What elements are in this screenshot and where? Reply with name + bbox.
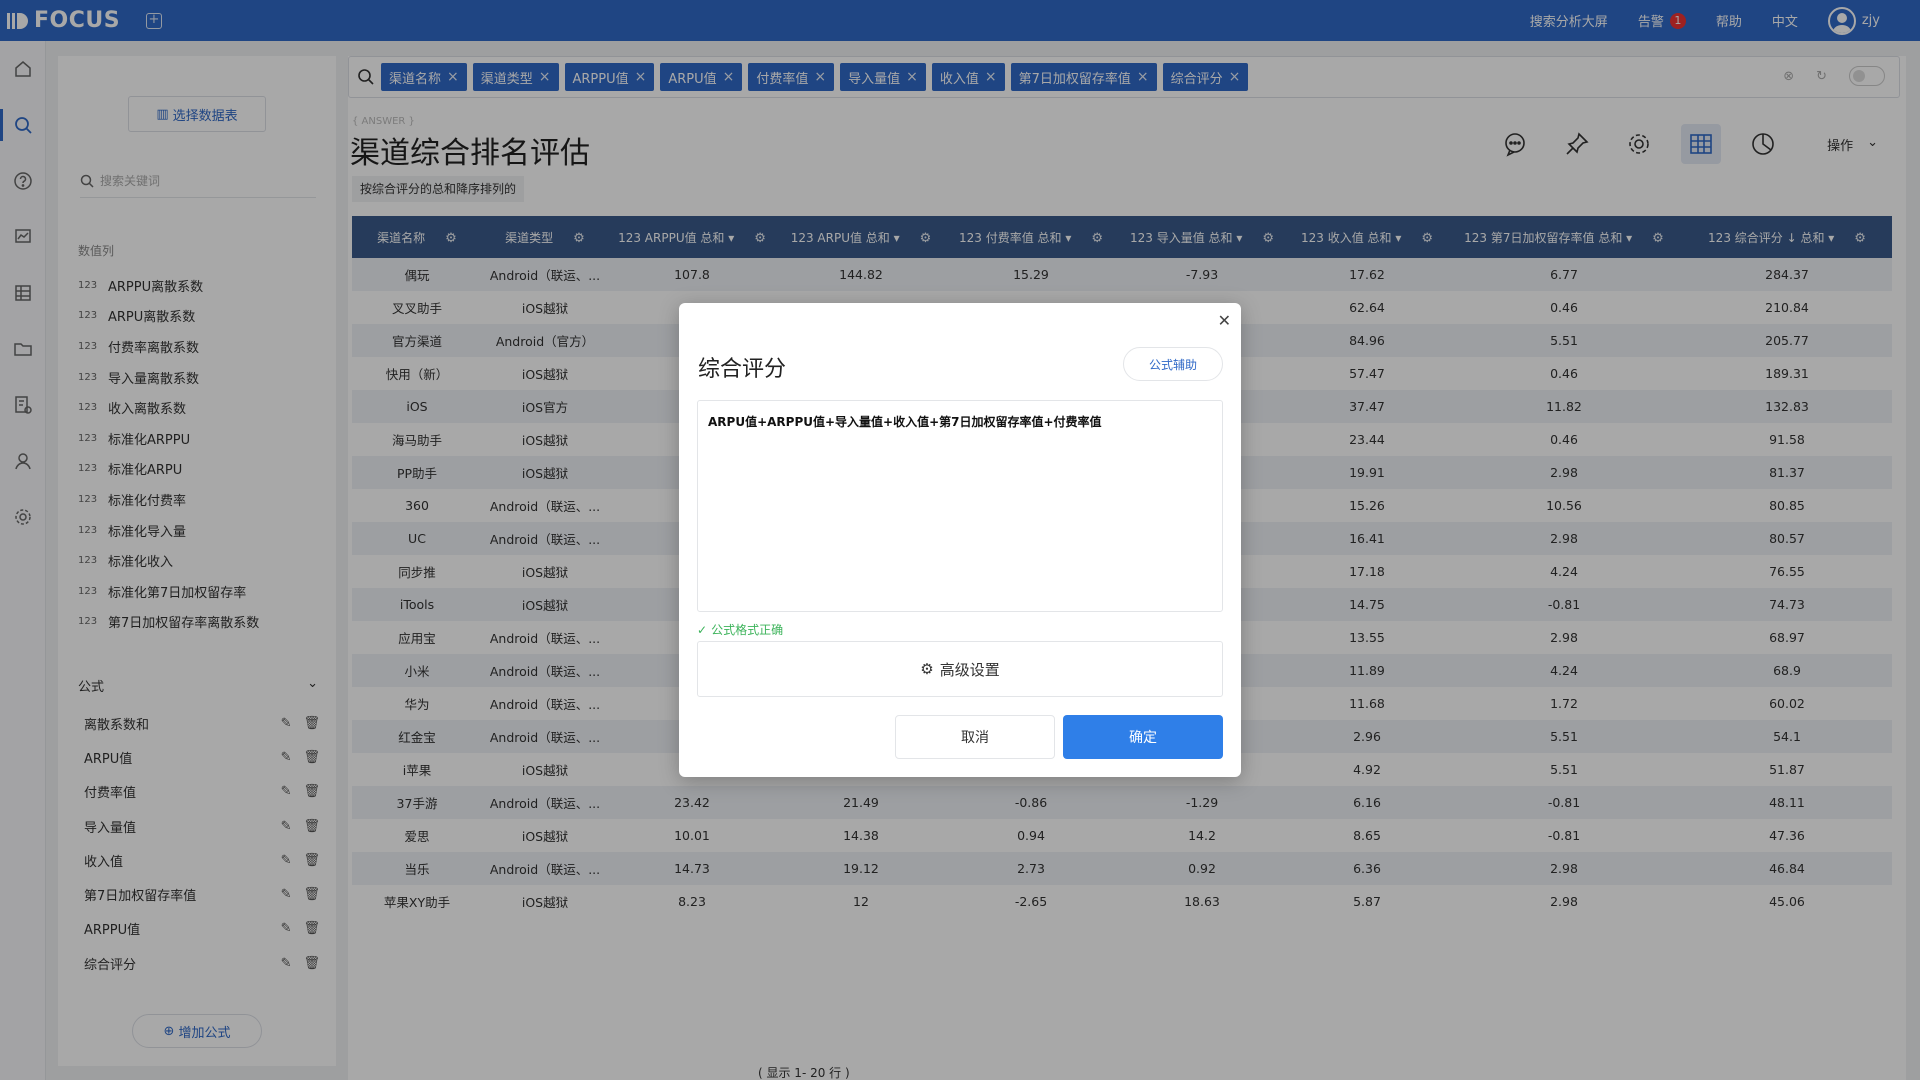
formula-helper-button[interactable]: 公式辅助 bbox=[1123, 347, 1223, 381]
modal-title: 综合评分 bbox=[698, 357, 787, 382]
advanced-settings-label: 高级设置 bbox=[939, 660, 1000, 679]
formula-modal: ✕ 综合评分 公式辅助 ARPU值+ARPPU值+导入量值+收入值+第7日加权留… bbox=[679, 303, 1241, 777]
formula-editor[interactable]: ARPU值+ARPPU值+导入量值+收入值+第7日加权留存率值+付费率值 bbox=[697, 400, 1223, 612]
formula-valid-text: 公式格式正确 bbox=[711, 623, 784, 637]
cancel-button[interactable]: 取消 bbox=[895, 715, 1055, 759]
close-icon[interactable]: ✕ bbox=[1218, 311, 1231, 330]
gear-icon: ⚙ bbox=[920, 660, 934, 678]
confirm-button[interactable]: 确定 bbox=[1063, 715, 1223, 759]
formula-valid-status: ✓ 公式格式正确 bbox=[697, 621, 783, 638]
check-circle-icon: ✓ bbox=[697, 622, 708, 637]
advanced-settings-button[interactable]: ⚙ 高级设置 bbox=[697, 641, 1223, 697]
